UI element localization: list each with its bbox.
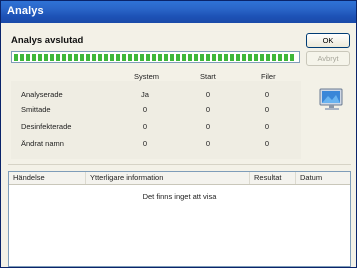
progress-segment bbox=[56, 54, 60, 61]
list-header: Händelse Ytterligare information Resulta… bbox=[9, 172, 350, 185]
progress-segment bbox=[266, 54, 270, 61]
row-label-andrat-namn: Ändrat namn bbox=[21, 139, 64, 148]
row-label-desinfekterade: Desinfekterade bbox=[21, 122, 72, 131]
progress-segment bbox=[20, 54, 24, 61]
progress-segment bbox=[98, 54, 102, 61]
header-filer: Filer bbox=[261, 72, 276, 81]
progress-segment bbox=[110, 54, 114, 61]
column-header-information[interactable]: Ytterligare information bbox=[86, 172, 250, 184]
status-text: Analys avslutad bbox=[11, 35, 84, 46]
empty-list-text: Det finns inget att visa bbox=[142, 192, 217, 201]
cell-start: 0 bbox=[205, 105, 211, 114]
cell-filer: 0 bbox=[264, 139, 270, 148]
progress-segment bbox=[218, 54, 222, 61]
progress-segment bbox=[80, 54, 84, 61]
cancel-button[interactable]: Avbryt bbox=[306, 51, 350, 66]
progress-segment bbox=[206, 54, 210, 61]
progress-segment bbox=[134, 54, 138, 61]
cell-filer: 0 bbox=[264, 90, 270, 99]
row-label-smittade: Smittade bbox=[21, 105, 51, 114]
window-title: Analys bbox=[7, 5, 44, 17]
progress-segment bbox=[158, 54, 162, 61]
progress-segment bbox=[224, 54, 228, 61]
progress-bar bbox=[11, 51, 300, 63]
progress-segment bbox=[44, 54, 48, 61]
progress-segment bbox=[176, 54, 180, 61]
progress-segment bbox=[248, 54, 252, 61]
cell-system: 0 bbox=[142, 139, 148, 148]
cell-start: 0 bbox=[205, 139, 211, 148]
progress-segment bbox=[290, 54, 294, 61]
progress-segment bbox=[152, 54, 156, 61]
progress-segment bbox=[104, 54, 108, 61]
progress-segment bbox=[14, 54, 18, 61]
computer-monitor-icon bbox=[318, 87, 346, 113]
header-start: Start bbox=[200, 72, 216, 81]
progress-segment bbox=[116, 54, 120, 61]
progress-segment bbox=[26, 54, 30, 61]
cell-system: Ja bbox=[141, 90, 149, 99]
progress-segment bbox=[92, 54, 96, 61]
progress-segment bbox=[32, 54, 36, 61]
cell-start: 0 bbox=[205, 122, 211, 131]
cell-filer: 0 bbox=[264, 105, 270, 114]
progress-segment bbox=[74, 54, 78, 61]
progress-segment bbox=[188, 54, 192, 61]
separator bbox=[8, 164, 351, 165]
progress-segment bbox=[68, 54, 72, 61]
progress-segment bbox=[236, 54, 240, 61]
progress-segment bbox=[254, 54, 258, 61]
progress-segment bbox=[212, 54, 216, 61]
progress-segment bbox=[200, 54, 204, 61]
column-header-handelse[interactable]: Händelse bbox=[9, 172, 86, 184]
progress-segment bbox=[38, 54, 42, 61]
header-system: System bbox=[134, 72, 160, 81]
progress-segment bbox=[140, 54, 144, 61]
row-label-analyserade: Analyserade bbox=[21, 90, 63, 99]
progress-segment bbox=[86, 54, 90, 61]
progress-segment bbox=[278, 54, 282, 61]
progress-segment bbox=[272, 54, 276, 61]
column-header-datum[interactable]: Datum bbox=[296, 172, 350, 184]
progress-segment bbox=[260, 54, 264, 61]
progress-segment bbox=[194, 54, 198, 61]
column-header-resultat[interactable]: Resultat bbox=[250, 172, 296, 184]
progress-segment bbox=[164, 54, 168, 61]
progress-segment bbox=[242, 54, 246, 61]
progress-segment bbox=[146, 54, 150, 61]
title-bar[interactable]: Analys bbox=[1, 1, 356, 23]
progress-segment bbox=[170, 54, 174, 61]
ok-button[interactable]: OK bbox=[306, 33, 350, 48]
cell-system: 0 bbox=[142, 122, 148, 131]
cell-start: 0 bbox=[205, 90, 211, 99]
event-list[interactable]: Händelse Ytterligare information Resulta… bbox=[8, 171, 351, 267]
analysis-window: Analys Analys avslutad OK Avbryt System … bbox=[0, 0, 357, 268]
progress-segment bbox=[62, 54, 66, 61]
progress-segment bbox=[230, 54, 234, 61]
progress-segment bbox=[50, 54, 54, 61]
cell-system: 0 bbox=[142, 105, 148, 114]
progress-segment bbox=[128, 54, 132, 61]
progress-segment bbox=[122, 54, 126, 61]
cell-filer: 0 bbox=[264, 122, 270, 131]
progress-segment bbox=[182, 54, 186, 61]
progress-segment bbox=[284, 54, 288, 61]
